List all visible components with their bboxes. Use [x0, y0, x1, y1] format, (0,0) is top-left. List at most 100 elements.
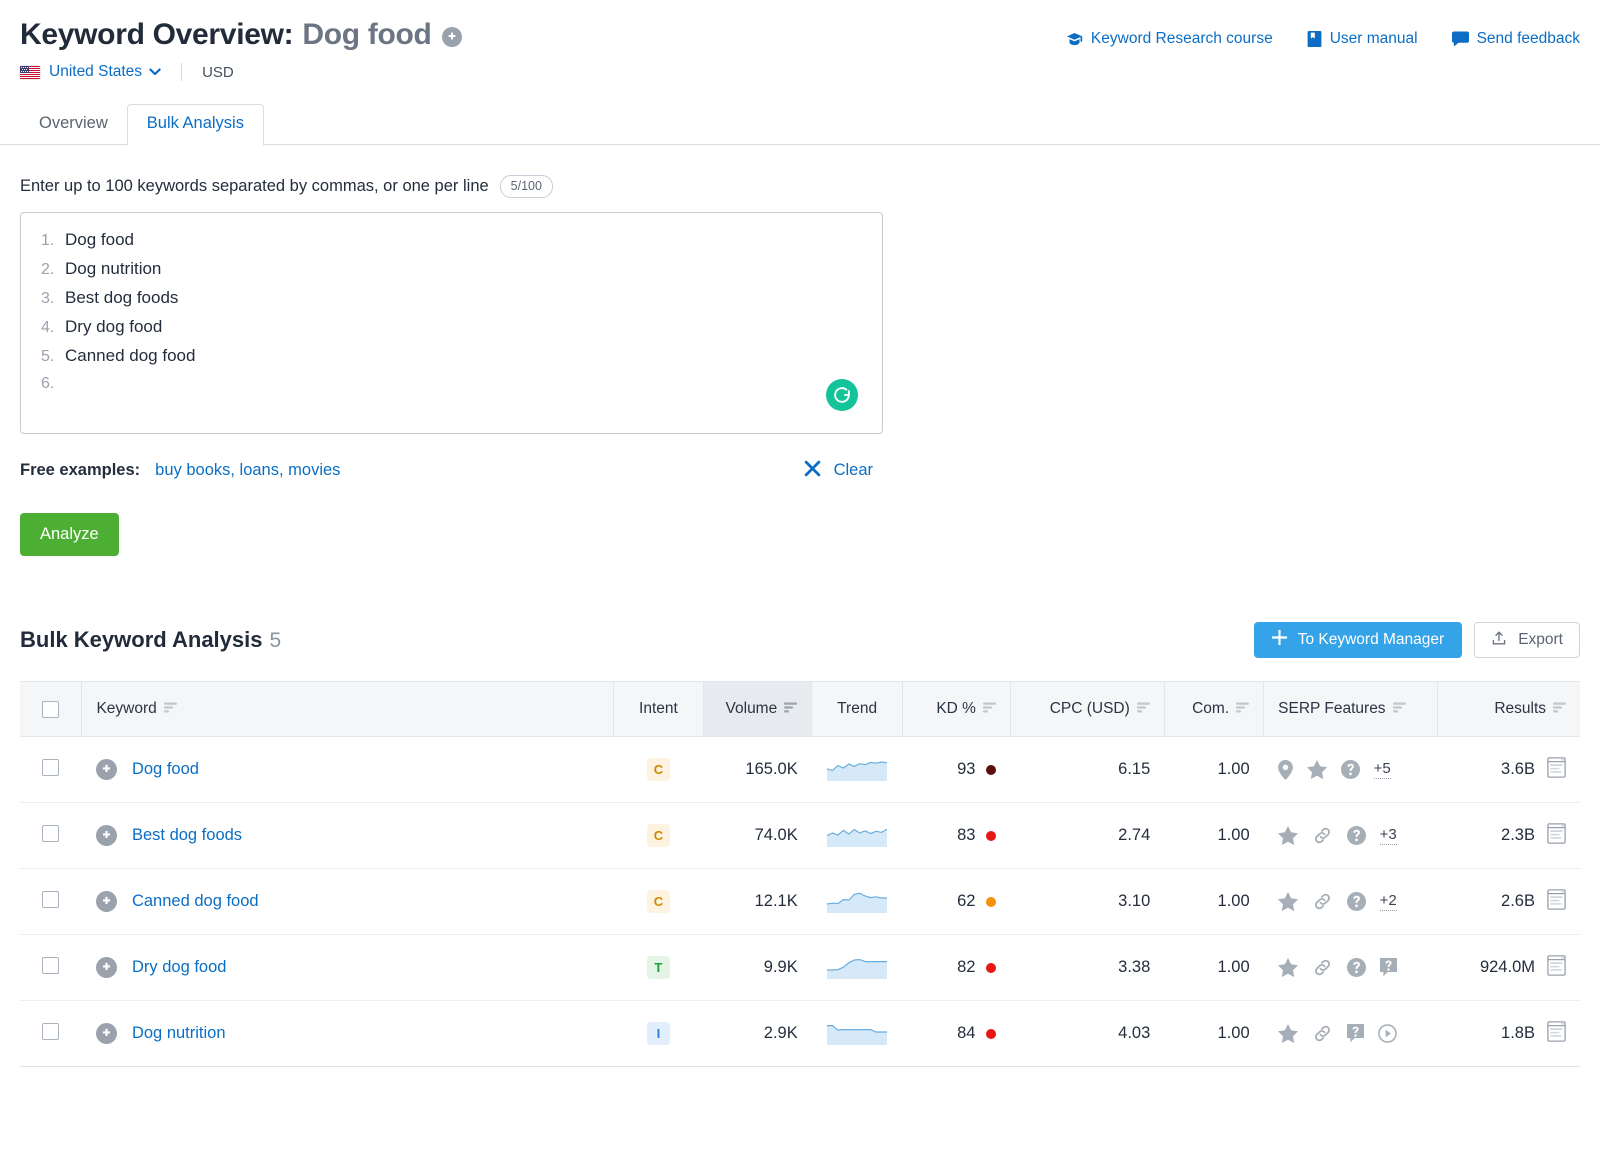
qa-box-icon[interactable]	[1379, 958, 1397, 977]
qa-box-icon[interactable]	[1346, 1024, 1364, 1043]
col-serp-features[interactable]: SERP Features	[1263, 681, 1438, 738]
keyword-link[interactable]: Best dog foods	[132, 826, 242, 845]
star-icon[interactable]	[1277, 958, 1298, 978]
col-kd[interactable]: KD %	[902, 681, 1011, 738]
col-volume[interactable]: Volume	[703, 681, 812, 738]
tab-bulk-analysis[interactable]: Bulk Analysis	[126, 104, 264, 146]
locale-row: United States USD	[20, 63, 1580, 81]
row-checkbox[interactable]	[42, 758, 60, 776]
col-results[interactable]: Results	[1437, 681, 1580, 738]
user-manual-link[interactable]: User manual	[1307, 30, 1418, 48]
to-keyword-manager-button[interactable]: To Keyword Manager	[1253, 622, 1463, 659]
grammarly-icon[interactable]	[826, 379, 858, 412]
table-row[interactable]: Dog food C 165.0K 93 6.15 1.00 +5 3.6B	[20, 736, 1580, 804]
sort-icon[interactable]	[1392, 700, 1406, 718]
keyword-link[interactable]: Canned dog food	[132, 892, 259, 911]
intent-badge[interactable]: C	[646, 758, 670, 782]
keyword-link[interactable]: Dry dog food	[132, 958, 226, 977]
free-examples-link[interactable]: buy books, loans, movies	[155, 461, 340, 480]
col-serp-features-label: SERP Features	[1278, 700, 1386, 718]
question-circle-icon[interactable]	[1340, 760, 1360, 780]
plus-circle-icon[interactable]	[441, 26, 462, 47]
keywords-textarea[interactable]: 1. Dog food 2. Dog nutrition 3. Best dog…	[20, 212, 883, 435]
video-play-icon[interactable]	[1377, 1024, 1397, 1044]
star-icon[interactable]	[1306, 760, 1327, 780]
keyword-research-course-link[interactable]: Keyword Research course	[1066, 30, 1273, 48]
send-feedback-link[interactable]: Send feedback	[1451, 30, 1580, 48]
table-row[interactable]: Best dog foods C 74.0K 83 2.74 1.00 +3 2.3B	[20, 802, 1580, 870]
map-pin-icon[interactable]	[1277, 759, 1293, 780]
col-com[interactable]: Com.	[1163, 681, 1264, 738]
results-value: 924.0M	[1479, 958, 1535, 977]
row-checkbox[interactable]	[42, 824, 60, 842]
serp-more-count[interactable]: +2	[1379, 892, 1397, 912]
add-keyword-icon[interactable]	[95, 1023, 117, 1045]
table-row[interactable]: Canned dog food C 12.1K 62 3.10 1.00 +2 2.6B	[20, 868, 1580, 936]
add-keyword-icon[interactable]	[95, 759, 117, 781]
select-all-checkbox[interactable]	[42, 700, 60, 718]
sort-icon[interactable]	[163, 700, 177, 718]
tab-overview[interactable]: Overview	[20, 105, 127, 145]
serp-preview-icon[interactable]	[1547, 954, 1566, 981]
link-icon[interactable]	[1312, 826, 1333, 845]
keyword-cell: Best dog foods	[81, 802, 613, 870]
serp-preview-icon[interactable]	[1547, 756, 1566, 783]
add-keyword-icon[interactable]	[95, 825, 117, 847]
row-select-cell	[20, 736, 82, 804]
question-circle-icon[interactable]	[1346, 826, 1366, 846]
serp-features-cell: +2	[1263, 868, 1438, 936]
link-icon[interactable]	[1312, 1024, 1333, 1043]
question-circle-icon[interactable]	[1346, 892, 1366, 912]
row-checkbox[interactable]	[42, 1022, 60, 1040]
link-icon[interactable]	[1312, 892, 1333, 911]
com-cell: 1.00	[1164, 934, 1264, 1002]
intent-badge[interactable]: I	[646, 1022, 670, 1046]
serp-preview-icon[interactable]	[1547, 888, 1566, 915]
kd-value: 84	[957, 1024, 976, 1043]
col-cpc[interactable]: CPC (USD)	[1009, 681, 1165, 738]
sort-icon[interactable]	[1136, 700, 1150, 718]
keyword-link[interactable]: Dog food	[132, 760, 199, 779]
volume-cell: 165.0K	[703, 736, 812, 804]
book-icon	[1307, 31, 1322, 47]
country-selector[interactable]: United States	[49, 63, 161, 81]
col-keyword[interactable]: Keyword	[81, 681, 613, 738]
table-row[interactable]: Dry dog food T 9.9K 82 3.38 1.00 924.0M	[20, 934, 1580, 1002]
intent-badge[interactable]: T	[646, 956, 670, 980]
star-icon[interactable]	[1277, 826, 1298, 846]
serp-preview-icon[interactable]	[1547, 1020, 1566, 1047]
serp-more-count[interactable]: +3	[1379, 826, 1397, 846]
clear-button[interactable]: Clear	[804, 460, 883, 481]
intent-cell: C	[613, 868, 704, 936]
keyword-line-number: 3.	[41, 290, 55, 308]
results-value: 2.6B	[1501, 892, 1535, 911]
add-keyword-icon[interactable]	[95, 891, 117, 913]
star-icon[interactable]	[1277, 1024, 1298, 1044]
sort-icon[interactable]	[1553, 700, 1566, 718]
link-icon[interactable]	[1312, 958, 1333, 977]
kd-cell: 93	[902, 736, 1011, 804]
sort-icon[interactable]	[1236, 700, 1250, 718]
intent-badge[interactable]: C	[646, 824, 670, 848]
add-keyword-icon[interactable]	[95, 957, 117, 979]
table-row[interactable]: Dog nutrition I 2.9K 84 4.03 1.00 1.8B	[20, 1000, 1580, 1068]
keyword-line: 1. Dog food	[41, 230, 862, 259]
keyword-link[interactable]: Dog nutrition	[132, 1024, 226, 1043]
serp-more-count[interactable]: +5	[1373, 760, 1391, 780]
export-button[interactable]: Export	[1474, 622, 1580, 659]
intent-badge[interactable]: C	[646, 890, 670, 914]
intent-cell: C	[613, 802, 704, 870]
row-checkbox[interactable]	[42, 890, 60, 908]
sort-icon[interactable]	[982, 700, 996, 718]
serp-preview-icon[interactable]	[1547, 822, 1566, 849]
kd-difficulty-dot	[986, 764, 997, 775]
star-icon[interactable]	[1277, 892, 1298, 912]
keyword-line-text: Dog nutrition	[65, 259, 162, 279]
com-cell: 1.00	[1164, 802, 1264, 870]
analyze-button[interactable]: Analyze	[20, 513, 119, 557]
cpc-cell: 4.03	[1010, 1000, 1165, 1068]
sort-icon[interactable]	[784, 700, 798, 718]
question-circle-icon[interactable]	[1346, 958, 1366, 978]
row-checkbox[interactable]	[42, 956, 60, 974]
results-count: 5	[269, 629, 282, 653]
